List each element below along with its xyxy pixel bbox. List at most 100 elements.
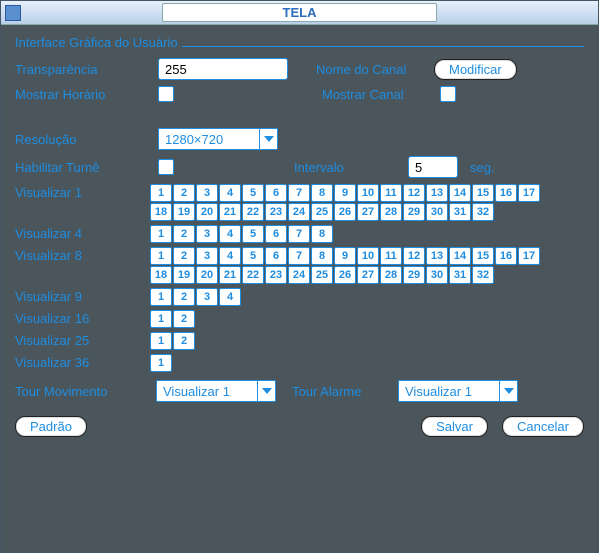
window-icon [5, 5, 21, 21]
channel-button-5[interactable]: 5 [242, 225, 264, 243]
channel-button-20[interactable]: 20 [196, 203, 218, 221]
channel-button-28[interactable]: 28 [380, 203, 402, 221]
channel-button-1[interactable]: 1 [150, 354, 172, 372]
channel-button-26[interactable]: 26 [334, 203, 356, 221]
channel-button-22[interactable]: 22 [242, 266, 264, 284]
channel-button-1[interactable]: 1 [150, 332, 172, 350]
label-tour-motion: Tour Movimento [15, 384, 150, 399]
tour-alarm-dropdown[interactable]: Visualizar 1 [398, 380, 518, 402]
channel-button-24[interactable]: 24 [288, 203, 310, 221]
channel-button-8[interactable]: 8 [311, 184, 333, 202]
channel-button-2[interactable]: 2 [173, 225, 195, 243]
channel-button-18[interactable]: 18 [150, 266, 172, 284]
channel-button-7[interactable]: 7 [288, 247, 310, 265]
channel-button-12[interactable]: 12 [403, 184, 425, 202]
channel-button-29[interactable]: 29 [403, 266, 425, 284]
enable-tour-checkbox[interactable] [158, 159, 174, 175]
channel-button-4[interactable]: 4 [219, 247, 241, 265]
channel-button-13[interactable]: 13 [426, 184, 448, 202]
chevron-down-icon [499, 381, 517, 401]
default-button[interactable]: Padrão [15, 416, 87, 437]
channel-button-28[interactable]: 28 [380, 266, 402, 284]
chevron-down-icon [257, 381, 275, 401]
channel-button-1[interactable]: 1 [150, 310, 172, 328]
channel-button-19[interactable]: 19 [173, 266, 195, 284]
channel-button-1[interactable]: 1 [150, 247, 172, 265]
channel-button-1[interactable]: 1 [150, 225, 172, 243]
channel-button-3[interactable]: 3 [196, 288, 218, 306]
save-button[interactable]: Salvar [421, 416, 488, 437]
channel-button-14[interactable]: 14 [449, 184, 471, 202]
channel-button-2[interactable]: 2 [173, 332, 195, 350]
channel-button-14[interactable]: 14 [449, 247, 471, 265]
label-show-time: Mostrar Horário [15, 87, 150, 102]
channel-button-8[interactable]: 8 [311, 247, 333, 265]
channel-button-22[interactable]: 22 [242, 203, 264, 221]
channel-button-2[interactable]: 2 [173, 310, 195, 328]
channel-button-24[interactable]: 24 [288, 266, 310, 284]
channel-button-23[interactable]: 23 [265, 203, 287, 221]
channel-button-6[interactable]: 6 [265, 184, 287, 202]
transparency-input[interactable] [158, 58, 288, 80]
channel-button-31[interactable]: 31 [449, 266, 471, 284]
channel-button-6[interactable]: 6 [265, 247, 287, 265]
channel-button-2[interactable]: 2 [173, 288, 195, 306]
channel-button-10[interactable]: 10 [357, 184, 379, 202]
channel-button-17[interactable]: 17 [518, 184, 540, 202]
channel-button-30[interactable]: 30 [426, 203, 448, 221]
channel-button-31[interactable]: 31 [449, 203, 471, 221]
channel-button-29[interactable]: 29 [403, 203, 425, 221]
channel-button-3[interactable]: 3 [196, 184, 218, 202]
channel-button-6[interactable]: 6 [265, 225, 287, 243]
channel-button-8[interactable]: 8 [311, 225, 333, 243]
channel-button-7[interactable]: 7 [288, 225, 310, 243]
channel-button-26[interactable]: 26 [334, 266, 356, 284]
channel-button-3[interactable]: 3 [196, 247, 218, 265]
modify-button[interactable]: Modificar [434, 59, 517, 80]
channel-button-10[interactable]: 10 [357, 247, 379, 265]
view4-grid: 12345678 [150, 225, 333, 243]
channel-button-1[interactable]: 1 [150, 184, 172, 202]
channel-button-27[interactable]: 27 [357, 203, 379, 221]
channel-button-25[interactable]: 25 [311, 203, 333, 221]
channel-button-21[interactable]: 21 [219, 203, 241, 221]
channel-button-27[interactable]: 27 [357, 266, 379, 284]
show-channel-checkbox[interactable] [440, 86, 456, 102]
resolution-dropdown[interactable]: 1280×720 [158, 128, 278, 150]
channel-button-19[interactable]: 19 [173, 203, 195, 221]
channel-button-32[interactable]: 32 [472, 266, 494, 284]
channel-button-16[interactable]: 16 [495, 247, 517, 265]
channel-button-2[interactable]: 2 [173, 247, 195, 265]
channel-button-17[interactable]: 17 [518, 247, 540, 265]
channel-button-18[interactable]: 18 [150, 203, 172, 221]
channel-button-15[interactable]: 15 [472, 184, 494, 202]
channel-button-4[interactable]: 4 [219, 184, 241, 202]
channel-button-13[interactable]: 13 [426, 247, 448, 265]
channel-button-16[interactable]: 16 [495, 184, 517, 202]
channel-button-2[interactable]: 2 [173, 184, 195, 202]
channel-button-4[interactable]: 4 [219, 288, 241, 306]
channel-button-3[interactable]: 3 [196, 225, 218, 243]
channel-button-12[interactable]: 12 [403, 247, 425, 265]
channel-button-21[interactable]: 21 [219, 266, 241, 284]
channel-button-32[interactable]: 32 [472, 203, 494, 221]
show-time-checkbox[interactable] [158, 86, 174, 102]
channel-button-5[interactable]: 5 [242, 247, 264, 265]
tour-motion-dropdown[interactable]: Visualizar 1 [156, 380, 276, 402]
channel-button-11[interactable]: 11 [380, 247, 402, 265]
channel-button-7[interactable]: 7 [288, 184, 310, 202]
channel-button-9[interactable]: 9 [334, 247, 356, 265]
channel-button-9[interactable]: 9 [334, 184, 356, 202]
channel-button-11[interactable]: 11 [380, 184, 402, 202]
channel-button-30[interactable]: 30 [426, 266, 448, 284]
cancel-button[interactable]: Cancelar [502, 416, 584, 437]
label-transparency: Transparência [15, 62, 150, 77]
channel-button-1[interactable]: 1 [150, 288, 172, 306]
channel-button-20[interactable]: 20 [196, 266, 218, 284]
channel-button-15[interactable]: 15 [472, 247, 494, 265]
channel-button-4[interactable]: 4 [219, 225, 241, 243]
channel-button-23[interactable]: 23 [265, 266, 287, 284]
interval-input[interactable] [408, 156, 458, 178]
channel-button-25[interactable]: 25 [311, 266, 333, 284]
channel-button-5[interactable]: 5 [242, 184, 264, 202]
